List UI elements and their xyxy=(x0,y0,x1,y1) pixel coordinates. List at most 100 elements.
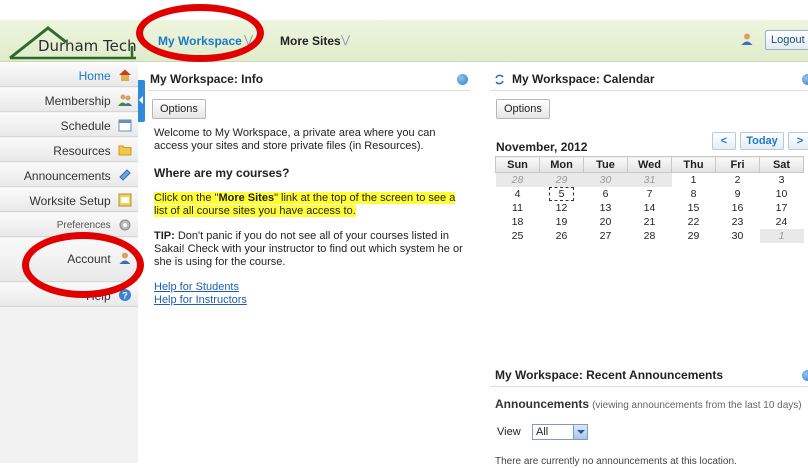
calendar-today-button[interactable]: Today xyxy=(740,132,784,150)
membership-icon xyxy=(118,94,132,106)
calendar-day-header: Sun xyxy=(495,156,540,173)
calendar-month: November, 2012 xyxy=(496,140,588,154)
calendar-day-cell[interactable]: 12 xyxy=(540,201,584,215)
preferences-icon xyxy=(119,219,131,231)
help-icon[interactable] xyxy=(457,74,468,85)
announcements-subheading: (viewing announcements from the last 10 … xyxy=(592,400,802,411)
calendar-day-cell[interactable]: 6 xyxy=(584,187,628,201)
svg-text:?: ? xyxy=(122,290,128,300)
sidebar-item-label: Announcements xyxy=(23,168,111,183)
help-links: Help for Students Help for Instructors xyxy=(154,281,247,307)
brand-logo[interactable]: Durham Tech xyxy=(8,24,140,60)
announcements-heading-row: Announcements (viewing announcements fro… xyxy=(495,398,808,412)
info-options-button[interactable]: Options xyxy=(152,99,206,119)
refresh-icon[interactable] xyxy=(494,74,505,85)
calendar-day-cell[interactable]: 18 xyxy=(496,215,540,229)
announcements-icon xyxy=(119,169,131,181)
calendar-day-cell[interactable]: 24 xyxy=(760,215,804,229)
calendar-day-cell[interactable]: 14 xyxy=(628,201,672,215)
calendar-day-cell[interactable]: 25 xyxy=(496,229,540,243)
announcements-heading: Announcements xyxy=(495,397,590,411)
calendar-day-cell[interactable]: 29 xyxy=(672,229,716,243)
view-select[interactable]: All xyxy=(532,424,588,440)
sidebar-item-label: Home xyxy=(78,68,111,83)
instruction-pre: Click on the " xyxy=(154,192,219,204)
sidebar-item-label: Membership xyxy=(44,93,111,108)
calendar-day-cell[interactable]: 27 xyxy=(584,229,628,243)
tab-more-sites[interactable]: More Sites xyxy=(280,34,341,48)
sidebar-item-label: Resources xyxy=(53,143,111,158)
logout-button[interactable]: Logout xyxy=(765,30,808,50)
view-label: View xyxy=(497,426,521,438)
calendar-day-header: Wed xyxy=(627,156,672,173)
calendar-day-cell[interactable]: 29 xyxy=(539,172,584,187)
calendar-prev-button[interactable]: < xyxy=(712,132,736,150)
calendar-icon xyxy=(118,119,132,132)
calendar-day-cell[interactable]: 9 xyxy=(716,187,760,201)
divider xyxy=(490,386,808,387)
sidebar-item-schedule[interactable]: Schedule xyxy=(0,113,138,137)
tip-label: TIP: xyxy=(154,230,175,242)
calendar-day-cell[interactable]: 22 xyxy=(672,215,716,229)
help-icon[interactable] xyxy=(802,74,808,85)
sidebar-item-announcements[interactable]: Announcements xyxy=(0,163,138,187)
calendar-day-cell[interactable]: 2 xyxy=(716,173,760,188)
calendar-day-cell[interactable]: 1 xyxy=(759,229,804,243)
divider xyxy=(490,90,808,91)
sidebar-item-label: Worksite Setup xyxy=(29,193,111,208)
calendar-day-cell[interactable]: 20 xyxy=(584,215,628,229)
calendar-day-cell[interactable]: 28 xyxy=(628,229,672,243)
sidebar-item-worksite-setup[interactable]: Worksite Setup xyxy=(0,188,138,212)
announcements-panel-title: My Workspace: Recent Announcements xyxy=(495,368,724,382)
calendar-day-cell[interactable]: 31 xyxy=(627,172,672,187)
calendar-day-cell[interactable]: 21 xyxy=(628,215,672,229)
help-icon[interactable] xyxy=(802,370,808,381)
calendar-day-cell[interactable]: 19 xyxy=(540,215,584,229)
sidebar-item-home[interactable]: Home xyxy=(0,63,138,87)
setup-icon xyxy=(118,193,132,207)
calendar-grid: Sun Mon Tue Wed Thu Fri Sat 28 29 30 31 1 2 3 4 5 6 7 8 9 1… xyxy=(495,156,804,243)
calendar-day-cell[interactable]: 26 xyxy=(540,229,584,243)
sidebar-item-resources[interactable]: Resources xyxy=(0,138,138,162)
calendar-options-button[interactable]: Options xyxy=(496,99,550,119)
calendar-day-cell[interactable]: 23 xyxy=(716,215,760,229)
calendar-day-cell[interactable]: 5 xyxy=(540,187,584,201)
chevron-down-icon[interactable] xyxy=(573,425,587,439)
calendar-day-header: Fri xyxy=(715,156,760,173)
calendar-day-header: Thu xyxy=(671,156,716,173)
annotation-circle xyxy=(22,232,144,298)
calendar-panel-title: My Workspace: Calendar xyxy=(512,72,655,86)
home-icon xyxy=(119,69,131,81)
calendar-day-header: Mon xyxy=(539,156,584,173)
calendar-day-cell[interactable]: 30 xyxy=(716,229,760,243)
more-sites-ref: More Sites xyxy=(218,192,275,204)
calendar-day-cell[interactable]: 1 xyxy=(672,173,716,188)
collapse-sidebar-handle[interactable] xyxy=(138,80,145,122)
calendar-day-cell[interactable]: 3 xyxy=(760,173,804,188)
help-instructors-link[interactable]: Help for Instructors xyxy=(154,294,247,306)
sidebar-item-membership[interactable]: Membership xyxy=(0,88,138,112)
calendar-day-cell[interactable]: 11 xyxy=(496,201,540,215)
calendar-day-cell[interactable]: 15 xyxy=(672,201,716,215)
calendar-day-cell[interactable]: 4 xyxy=(496,187,540,201)
brand-name: Durham Tech xyxy=(38,37,137,55)
calendar-day-cell[interactable]: 16 xyxy=(716,201,760,215)
calendar-day-cell[interactable]: 17 xyxy=(760,201,804,215)
divider xyxy=(148,90,470,91)
calendar-day-cell[interactable]: 7 xyxy=(628,187,672,201)
courses-heading: Where are my courses? xyxy=(154,166,290,180)
welcome-text: Welcome to My Workspace, a private area … xyxy=(154,127,436,152)
view-select-value: All xyxy=(536,426,549,438)
calendar-next-button[interactable]: > xyxy=(788,132,808,150)
chevron-down-icon[interactable]: ⋁ xyxy=(341,33,350,46)
more-sites-instruction: Click on the "More Sites" link at the to… xyxy=(154,192,464,218)
calendar-day-cell[interactable]: 28 xyxy=(495,172,540,187)
calendar-day-cell[interactable]: 13 xyxy=(584,201,628,215)
calendar-day-cell[interactable]: 10 xyxy=(760,187,804,201)
calendar-day-header: Sat xyxy=(759,156,804,173)
help-students-link[interactable]: Help for Students xyxy=(154,281,239,293)
top-bar: Durham Tech My Workspace ⋁ More Sites ⋁ … xyxy=(0,20,808,62)
calendar-day-cell[interactable]: 30 xyxy=(583,172,628,187)
info-panel-title: My Workspace: Info xyxy=(150,72,264,86)
calendar-day-cell[interactable]: 8 xyxy=(672,187,716,201)
